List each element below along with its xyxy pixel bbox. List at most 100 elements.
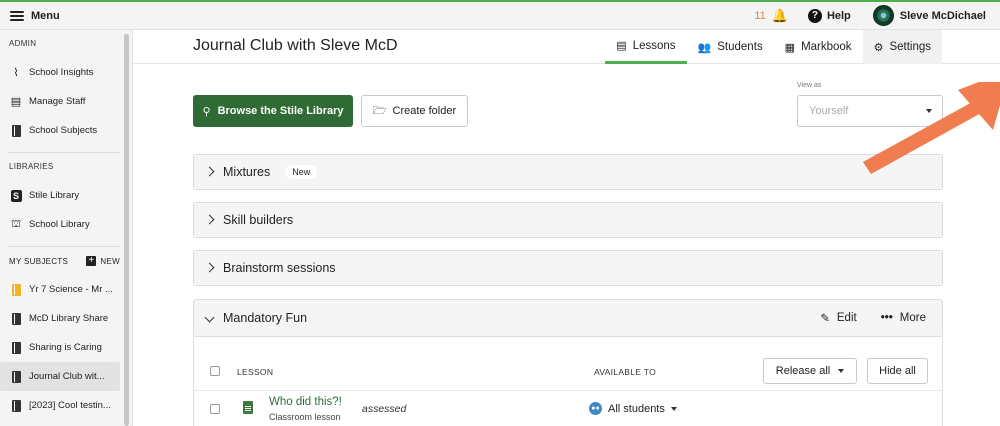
create-folder-label: Create folder xyxy=(392,105,457,117)
view-as-value: Yourself xyxy=(809,105,849,117)
view-as-select[interactable]: Yourself xyxy=(797,95,943,127)
notification-count[interactable]: 11 xyxy=(754,10,765,22)
menu-label: Menu xyxy=(31,9,60,22)
edit-label: Edit xyxy=(836,312,857,324)
pulse-icon: ⌇ xyxy=(13,67,19,79)
lesson-status: assessed xyxy=(362,403,407,415)
folder-name: Skill builders xyxy=(223,213,294,227)
book-icon xyxy=(10,370,22,383)
top-bar: Menu 11 🔔 ? Help Sleve McDichael xyxy=(0,0,1000,30)
folder-icon: 🗁 xyxy=(372,104,387,117)
main-content: Journal Club with Sleve McD ▤ Lessons 👥 … xyxy=(133,30,1000,426)
sidebar-item-manage-staff[interactable]: ▤ Manage Staff xyxy=(0,87,120,116)
tab-markbook[interactable]: ▦ Markbook xyxy=(774,30,863,64)
chevron-down-icon xyxy=(670,406,677,411)
sidebar-item-label: McD Library Share xyxy=(29,313,109,324)
menu-button[interactable]: Menu xyxy=(0,10,60,22)
tab-label: Students xyxy=(717,41,763,53)
table-row[interactable]: Who did this?! Classroom lesson assessed… xyxy=(193,390,943,426)
sidebar-scrollbar[interactable] xyxy=(124,34,129,426)
folder-name: Mandatory Fun xyxy=(223,311,308,325)
available-to-value: All students xyxy=(608,402,665,415)
sidebar-item-label: School Subjects xyxy=(29,125,98,136)
avatar xyxy=(872,5,894,26)
gear-icon: ⚙ xyxy=(873,41,884,54)
available-to-dropdown[interactable]: ●● All students xyxy=(589,402,677,415)
book-icon xyxy=(10,341,22,354)
new-subject-button[interactable]: + NEW xyxy=(86,256,120,266)
arrow-head xyxy=(958,82,1000,130)
sidebar-item-label: [2023] Cool testin... xyxy=(29,400,111,411)
search-icon: ⚲ xyxy=(202,105,211,118)
bell-icon[interactable]: 🔔 xyxy=(772,8,788,24)
tab-students[interactable]: 👥 Students xyxy=(687,30,774,64)
sidebar-item-label: Sharing is Caring xyxy=(29,342,102,353)
sidebar-item-subject[interactable]: Sharing is Caring xyxy=(0,333,120,362)
book-icon xyxy=(10,312,22,325)
sidebar-item-label: School Insights xyxy=(29,67,94,78)
chevron-right-icon xyxy=(204,166,215,178)
book-icon xyxy=(10,124,22,137)
sidebar: ADMIN ⌇ School Insights ▤ Manage Staff S… xyxy=(0,30,133,426)
help-button[interactable]: ? Help xyxy=(807,8,851,23)
sidebar-item-subject[interactable]: [2023] Cool testin... xyxy=(0,391,120,420)
book-icon xyxy=(10,399,22,412)
more-label: More xyxy=(899,312,926,324)
new-badge: New xyxy=(285,165,318,179)
hide-all-button[interactable]: Hide all xyxy=(867,358,928,384)
sidebar-item-school-subjects[interactable]: School Subjects xyxy=(0,116,120,145)
tab-label: Lessons xyxy=(632,39,676,52)
user-name: Sleve McDichael xyxy=(899,9,986,22)
edit-folder-button[interactable]: ✎ Edit xyxy=(820,311,856,325)
create-folder-button[interactable]: 🗁 Create folder xyxy=(361,95,468,127)
stile-s-icon: S xyxy=(10,189,22,202)
divider xyxy=(8,152,120,153)
folder-mandatory-fun[interactable]: Mandatory Fun ✎ Edit ••• More xyxy=(193,299,943,337)
libraries-heading: LIBRARIES xyxy=(9,162,54,171)
sidebar-item-stile-library[interactable]: S Stile Library xyxy=(0,181,120,210)
lessons-icon: ▤ xyxy=(616,40,627,52)
more-button[interactable]: ••• More xyxy=(881,312,926,324)
people-icon: ●● xyxy=(589,402,602,415)
markbook-icon: ▦ xyxy=(784,41,796,54)
sidebar-item-school-insights[interactable]: ⌇ School Insights xyxy=(0,58,120,87)
tab-label: Settings xyxy=(889,41,931,53)
hide-all-label: Hide all xyxy=(879,365,916,377)
page-header: Journal Club with Sleve McD ▤ Lessons 👥 … xyxy=(133,30,1000,64)
admin-heading: ADMIN xyxy=(9,39,37,48)
sidebar-item-school-library[interactable]: ⛫ School Library xyxy=(0,210,120,239)
sidebar-item-subject-active[interactable]: Journal Club wit... xyxy=(0,362,120,391)
yellow-book-icon xyxy=(10,283,22,296)
tab-lessons[interactable]: ▤ Lessons xyxy=(605,30,687,64)
hamburger-icon xyxy=(10,10,24,21)
col-available-to: AVAILABLE TO xyxy=(594,367,657,377)
sidebar-item-label: School Library xyxy=(29,219,90,230)
release-all-button[interactable]: Release all xyxy=(763,358,857,384)
folder-mixtures[interactable]: Mixtures New xyxy=(193,154,943,190)
chevron-down-icon xyxy=(926,109,932,113)
folder-skill-builders[interactable]: Skill builders xyxy=(193,202,943,238)
sidebar-item-subject[interactable]: Yr 7 Science - Mr ... xyxy=(0,275,120,304)
select-all-checkbox[interactable] xyxy=(210,366,220,376)
sidebar-item-label: Stile Library xyxy=(29,190,80,201)
row-checkbox[interactable] xyxy=(210,404,220,414)
students-icon: 👥 xyxy=(697,41,712,54)
folder-brainstorm-sessions[interactable]: Brainstorm sessions xyxy=(193,250,943,286)
user-menu[interactable]: Sleve McDichael xyxy=(872,5,986,26)
sidebar-item-label: Journal Club wit... xyxy=(29,371,105,382)
plus-icon: + xyxy=(86,255,97,266)
folder-name: Brainstorm sessions xyxy=(223,261,336,275)
release-all-label: Release all xyxy=(775,365,831,377)
browse-library-button[interactable]: ⚲ Browse the Stile Library xyxy=(193,95,353,127)
sidebar-item-subject[interactable]: McD Library Share xyxy=(0,304,120,333)
folder-name: Mixtures xyxy=(223,165,271,179)
chevron-right-icon xyxy=(204,262,215,274)
new-label: NEW xyxy=(100,256,120,266)
ellipsis-icon: ••• xyxy=(880,312,893,324)
my-subjects-header: MY SUBJECTS + NEW xyxy=(0,254,120,268)
my-subjects-heading: MY SUBJECTS xyxy=(9,256,69,266)
tab-bar: ▤ Lessons 👥 Students ▦ Markbook ⚙ Settin… xyxy=(605,30,942,64)
lesson-title[interactable]: Who did this?! xyxy=(269,396,342,408)
sidebar-item-label: Yr 7 Science - Mr ... xyxy=(29,284,113,295)
tab-settings[interactable]: ⚙ Settings xyxy=(862,30,942,64)
